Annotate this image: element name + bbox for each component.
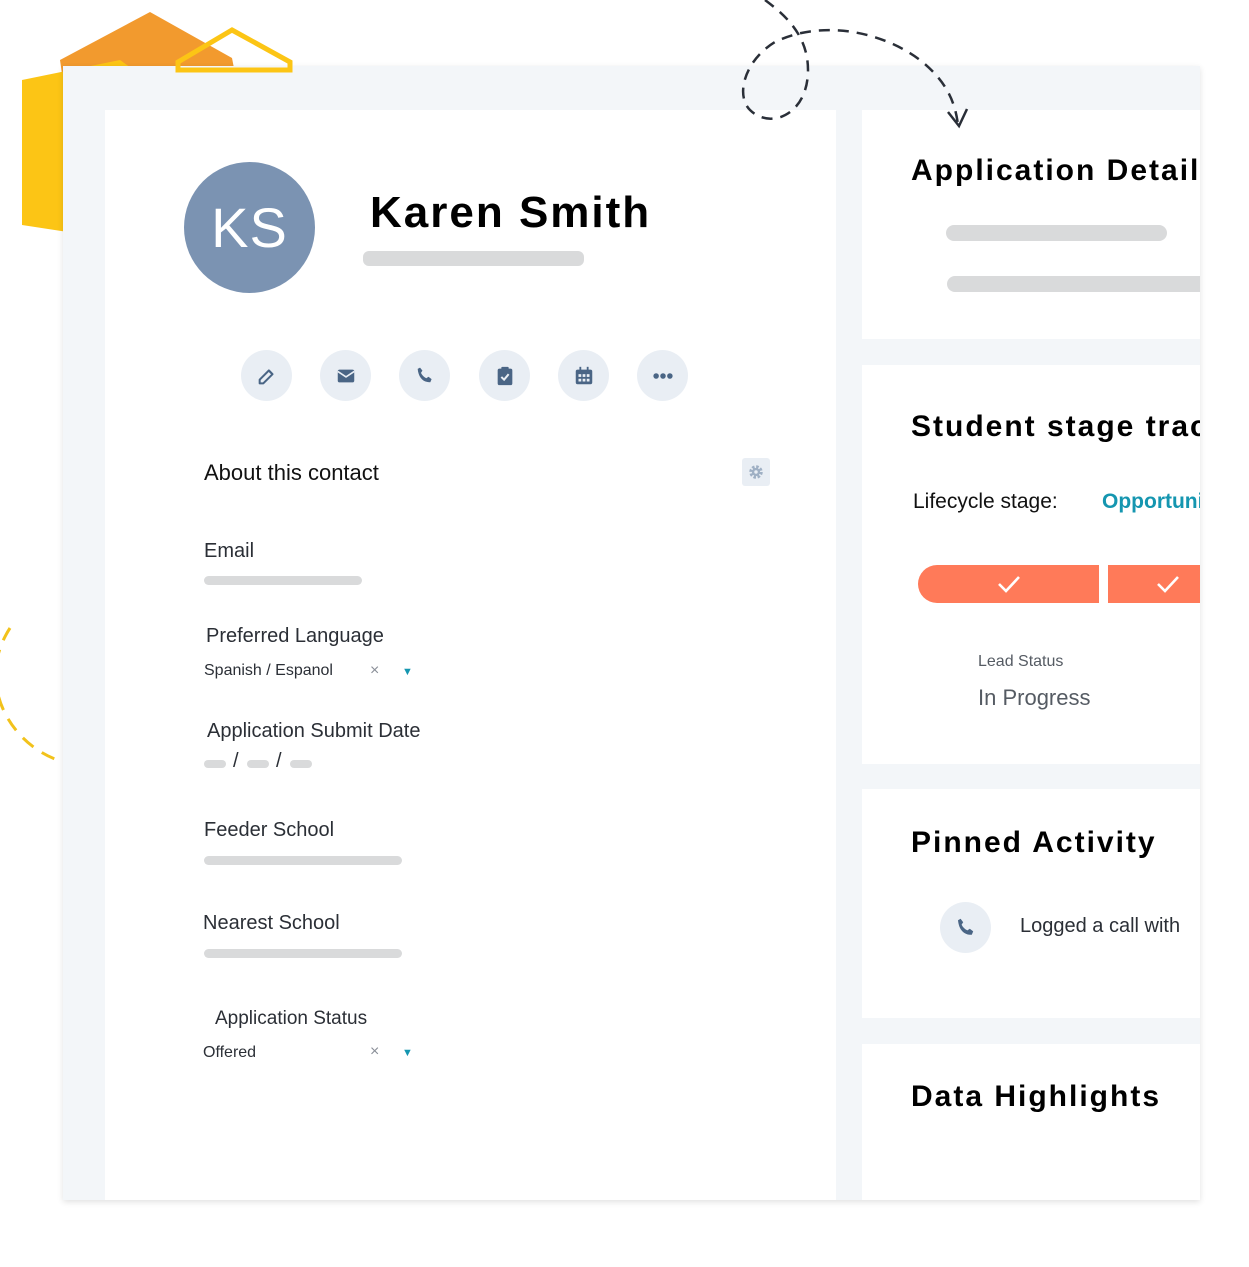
stage-step-completed[interactable] xyxy=(918,565,1099,603)
feeder-school-field[interactable] xyxy=(204,856,402,865)
pinned-activity-text[interactable]: Logged a call with xyxy=(1020,915,1180,938)
contact-name: Karen Smith xyxy=(370,188,652,237)
lifecycle-stage-label: Lifecycle stage: xyxy=(913,490,1058,513)
date-separator: / xyxy=(276,750,282,772)
phone-icon xyxy=(417,367,432,382)
contact-profile-card: KS Karen Smith About this contact Email … xyxy=(105,110,836,1200)
date-month-field[interactable] xyxy=(204,760,226,768)
about-section-title: About this contact xyxy=(204,460,379,485)
edit-icon xyxy=(258,368,274,384)
more-icon xyxy=(652,372,673,379)
nearest-school-field[interactable] xyxy=(204,949,402,958)
email-button[interactable] xyxy=(320,350,371,401)
email-icon xyxy=(336,369,355,382)
call-activity-icon-button xyxy=(940,902,991,953)
contact-subtitle-placeholder xyxy=(363,251,584,266)
language-dropdown-icon[interactable]: ▼ xyxy=(402,666,413,678)
checkmark-icon xyxy=(1157,576,1179,593)
crm-record-window: KS Karen Smith About this contact Email … xyxy=(63,66,1200,1200)
lead-status-value: In Progress xyxy=(978,685,1091,710)
student-stage-tracker-card: Student stage tracker Lifecycle stage: O… xyxy=(862,365,1200,764)
call-button[interactable] xyxy=(399,350,450,401)
application-submit-date-label: Application Submit Date xyxy=(207,720,421,742)
application-status-label: Application Status xyxy=(215,1008,368,1029)
email-label: Email xyxy=(204,540,255,562)
pinned-activity-title: Pinned Activity xyxy=(911,826,1157,859)
nearest-school-label: Nearest School xyxy=(203,912,340,934)
avatar: KS xyxy=(184,162,315,293)
task-button[interactable] xyxy=(479,350,530,401)
edit-button[interactable] xyxy=(241,350,292,401)
pinned-activity-card: Pinned Activity Logged a call with xyxy=(862,789,1200,1018)
status-dropdown-icon[interactable]: ▼ xyxy=(402,1047,413,1059)
lifecycle-stage-value[interactable]: Opportunity xyxy=(1102,490,1200,514)
preferred-language-value[interactable]: Spanish / Espanol xyxy=(204,662,333,680)
email-field[interactable] xyxy=(204,576,362,585)
clear-language-icon[interactable]: × xyxy=(370,662,379,680)
date-day-field[interactable] xyxy=(247,760,269,768)
clear-status-icon[interactable]: × xyxy=(370,1043,379,1061)
application-status-value[interactable]: Offered xyxy=(203,1044,256,1062)
meeting-button[interactable] xyxy=(558,350,609,401)
application-details-card: Application Details xyxy=(862,110,1200,339)
calendar-icon xyxy=(575,366,592,384)
feeder-school-label: Feeder School xyxy=(204,819,335,841)
details-placeholder-line xyxy=(947,276,1200,292)
date-year-field[interactable] xyxy=(290,760,312,768)
phone-icon xyxy=(957,918,973,935)
stage-tracker-title: Student stage tracker xyxy=(911,410,1200,443)
preferred-language-label: Preferred Language xyxy=(206,625,384,647)
data-highlights-title: Data Highlights xyxy=(911,1080,1162,1113)
gear-icon xyxy=(749,465,763,479)
checkmark-icon xyxy=(997,576,1020,593)
application-details-title: Application Details xyxy=(911,154,1200,187)
lead-status-label: Lead Status xyxy=(978,653,1064,670)
stage-step-completed[interactable] xyxy=(1108,565,1200,603)
about-settings-button[interactable] xyxy=(742,458,770,486)
details-placeholder-line xyxy=(946,225,1167,241)
date-separator: / xyxy=(233,750,239,772)
more-actions-button[interactable] xyxy=(637,350,688,401)
task-icon xyxy=(497,366,512,385)
data-highlights-card: Data Highlights xyxy=(862,1044,1200,1200)
